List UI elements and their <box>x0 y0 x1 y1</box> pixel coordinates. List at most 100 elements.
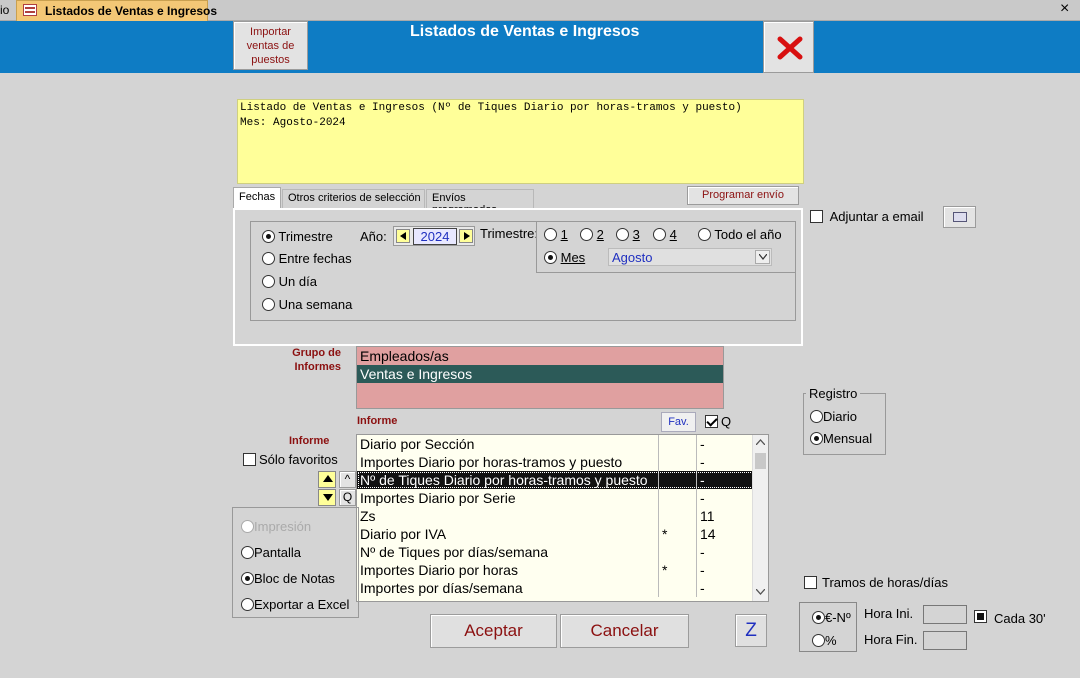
radio-mensual[interactable] <box>810 432 823 445</box>
document-tab[interactable]: Listados de Ventas e Ingresos <box>16 0 217 21</box>
left-tab-fragment[interactable]: io <box>0 3 9 17</box>
tab-otros-criterios[interactable]: Otros criterios de selección <box>282 189 425 208</box>
q-filter-checkbox[interactable] <box>705 415 718 428</box>
trimestre-2[interactable]: 2 <box>580 227 604 242</box>
adjuntar-email-checkbox[interactable] <box>810 210 823 223</box>
option-pantalla[interactable]: Pantalla <box>241 545 301 560</box>
radio-pantalla[interactable] <box>241 546 254 559</box>
scroll-up-icon[interactable] <box>756 439 765 445</box>
informe-scrollbar[interactable] <box>752 435 768 601</box>
trimestre-1[interactable]: 1 <box>544 227 568 242</box>
fav-column-header[interactable]: Fav. <box>661 412 696 432</box>
informe-list[interactable]: Diario por Sección - Importes Diario por … <box>356 434 769 602</box>
option-mensual[interactable]: Mensual <box>810 431 872 446</box>
list-item-fav <box>658 453 696 471</box>
option-entre-fechas[interactable]: Entre fechas <box>262 251 352 266</box>
list-item[interactable]: Nº de Tiques por días/semana - <box>357 543 768 561</box>
radio-todo-el-anio[interactable] <box>698 228 711 241</box>
list-item-value: 14 <box>696 525 751 543</box>
radio-porcentaje[interactable] <box>812 634 825 647</box>
radio-entre-fechas[interactable] <box>262 252 275 265</box>
tramos-checkbox[interactable] <box>804 576 817 589</box>
list-item-fav <box>658 543 696 561</box>
list-item[interactable]: Importes Diario por horas * - <box>357 561 768 579</box>
grupo-item-empleados[interactable]: Empleados/as <box>357 347 723 365</box>
radio-trimestre[interactable] <box>262 230 275 243</box>
option-euro-numero[interactable]: €-Nº <box>812 610 851 625</box>
radio-un-dia[interactable] <box>262 275 275 288</box>
close-form-button[interactable] <box>763 21 814 73</box>
scrollbar-thumb[interactable] <box>755 453 766 469</box>
tramos-option[interactable]: Tramos de horas/días <box>804 575 948 590</box>
hora-fin-field[interactable] <box>923 631 967 650</box>
tab-fechas[interactable]: Fechas <box>233 187 281 208</box>
trimestre-3[interactable]: 3 <box>616 227 640 242</box>
option-bloc-notas[interactable]: Bloc de Notas <box>241 571 335 586</box>
programar-envio-button[interactable]: Programar envío <box>687 186 799 205</box>
move-down-icon[interactable] <box>318 489 336 506</box>
sort-alpha-button[interactable]: ^ <box>339 471 356 488</box>
sort-q-button[interactable]: Q <box>339 489 356 506</box>
year-prev-icon[interactable] <box>396 229 410 243</box>
radio-bloc-notas[interactable] <box>241 572 254 585</box>
aceptar-button[interactable]: Aceptar <box>430 614 557 648</box>
option-mensual-label: Mensual <box>823 431 873 446</box>
radio-exportar-excel[interactable] <box>241 598 254 611</box>
year-next-icon[interactable] <box>459 229 473 243</box>
radio-trimestre-2[interactable] <box>580 228 593 241</box>
tab-envios-programados[interactable]: Envíos programados <box>426 189 534 216</box>
radio-trimestre-4[interactable] <box>653 228 666 241</box>
option-porcentaje[interactable]: % <box>812 633 837 648</box>
todo-el-anio[interactable]: Todo el año <box>698 227 782 242</box>
list-item[interactable]: Diario por IVA * 14 <box>357 525 768 543</box>
chevron-down-icon[interactable] <box>755 250 770 264</box>
q-filter-option[interactable]: Q <box>705 414 731 429</box>
grupo-informes-list[interactable]: Empleados/as Ventas e Ingresos <box>356 346 724 409</box>
option-diario[interactable]: Diario <box>810 409 857 424</box>
z-button[interactable]: Z <box>735 614 767 647</box>
radio-impresion[interactable] <box>241 520 254 533</box>
option-impresion-label: Impresión <box>254 519 312 534</box>
option-mes[interactable]: Mes <box>544 250 585 265</box>
email-button[interactable] <box>943 206 976 228</box>
cancelar-button[interactable]: Cancelar <box>560 614 689 648</box>
solo-favoritos-checkbox[interactable] <box>243 453 256 466</box>
anio-value[interactable]: 2024 <box>413 228 457 245</box>
option-exportar-excel[interactable]: Exportar a Excel <box>241 597 349 612</box>
hora-ini-field[interactable] <box>923 605 967 624</box>
option-trimestre[interactable]: Trimestre <box>262 229 333 244</box>
list-item-name: Nº de Tiques por días/semana <box>360 544 548 560</box>
radio-una-semana[interactable] <box>262 298 275 311</box>
preview-line-2: Mes: Agosto-2024 <box>240 117 346 129</box>
registro-label: Registro <box>806 386 861 401</box>
trimestre-4[interactable]: 4 <box>653 227 677 242</box>
anio-spinner[interactable]: 2024 <box>393 226 475 246</box>
adjuntar-email-option[interactable]: Adjuntar a email <box>810 209 924 224</box>
option-un-dia[interactable]: Un día <box>262 274 317 289</box>
solo-favoritos-option[interactable]: Sólo favoritos <box>243 452 338 467</box>
list-item[interactable]: Importes por días/semana - <box>357 579 768 597</box>
salida-frame: Impresión Pantalla Bloc de Notas Exporta… <box>232 507 359 618</box>
list-item[interactable]: Zs 11 <box>357 507 768 525</box>
import-sales-button[interactable]: Importar ventas de puestos <box>233 21 308 70</box>
list-item-selected[interactable]: Nº de Tiques Diario por horas-tramos y p… <box>357 471 768 489</box>
move-up-icon[interactable] <box>318 471 336 488</box>
radio-trimestre-1[interactable] <box>544 228 557 241</box>
mes-select[interactable]: Agosto <box>608 248 772 266</box>
radio-diario[interactable] <box>810 410 823 423</box>
radio-mes[interactable] <box>544 251 557 264</box>
registro-frame: Registro Diario Mensual <box>803 386 886 455</box>
list-item[interactable]: Importes Diario por horas-tramos y puest… <box>357 453 768 471</box>
cada-30-checkbox[interactable] <box>974 610 987 623</box>
close-document-icon[interactable]: × <box>1060 0 1069 18</box>
document-tab-label: Listados de Ventas e Ingresos <box>45 4 218 18</box>
list-item[interactable]: Diario por Sección - <box>357 435 768 453</box>
radio-trimestre-3[interactable] <box>616 228 629 241</box>
list-item-value: 11 <box>696 507 751 525</box>
radio-euro-numero[interactable] <box>812 611 825 624</box>
option-una-semana[interactable]: Una semana <box>262 297 352 312</box>
grupo-item-ventas[interactable]: Ventas e Ingresos <box>357 365 723 383</box>
scroll-down-icon[interactable] <box>756 589 765 595</box>
list-item[interactable]: Importes Diario por Serie - <box>357 489 768 507</box>
option-impresion[interactable]: Impresión <box>241 519 311 534</box>
